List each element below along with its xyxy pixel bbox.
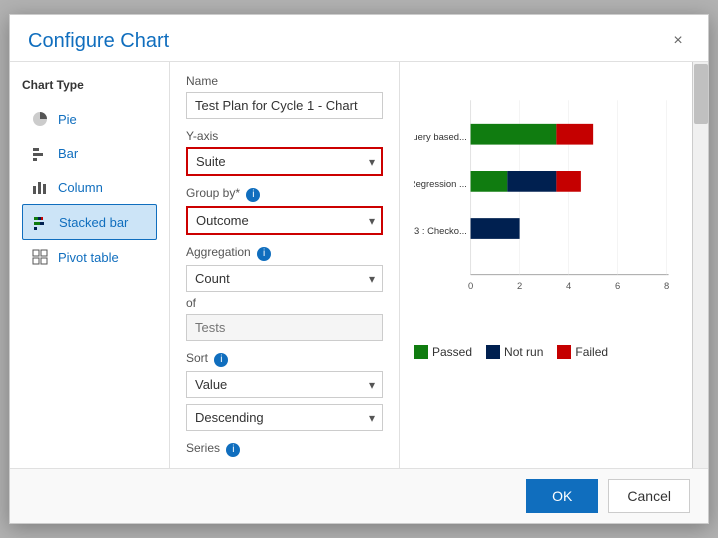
groupby-field-label: Group by* i (186, 186, 383, 202)
chart-type-panel: Chart Type Pie (10, 62, 170, 468)
dialog-header: Configure Chart × (10, 15, 708, 62)
pie-icon (30, 109, 50, 129)
sort-order-select-wrapper: Descending (186, 404, 383, 431)
chart-svg: 0 2 4 6 8 Query based... Re (414, 74, 678, 334)
chart-type-pie[interactable]: Pie (22, 102, 157, 136)
cancel-button[interactable]: Cancel (608, 479, 690, 513)
chart-type-column[interactable]: Column (22, 170, 157, 204)
sort-field-label: Sort i (186, 351, 383, 367)
chart-type-label: Chart Type (22, 78, 157, 92)
chart-legend: Passed Not run Failed (414, 345, 678, 359)
svg-text:2: 2 (517, 280, 522, 291)
legend-passed: Passed (414, 345, 472, 359)
legend-not-run-label: Not run (504, 345, 543, 359)
chart-type-stacked-bar[interactable]: Stacked bar (22, 204, 157, 240)
dialog-body: Chart Type Pie (10, 62, 708, 468)
groupby-select[interactable]: Outcome (186, 206, 383, 235)
groupby-info-icon: i (246, 188, 260, 202)
sort-select-wrapper: Value (186, 371, 383, 398)
aggregation-select[interactable]: Count (186, 265, 383, 292)
scrollbar-thumb[interactable] (694, 64, 708, 124)
svg-text:8: 8 (664, 280, 669, 291)
legend-passed-color (414, 345, 428, 359)
svg-text:Regression ...: Regression ... (414, 178, 467, 189)
close-button[interactable]: × (666, 29, 690, 53)
name-field-label: Name (186, 74, 383, 88)
svg-text:6: 6 (615, 280, 620, 291)
chart-type-pivot[interactable]: Pivot table (22, 240, 157, 274)
yaxis-select-wrapper: Suite (186, 147, 383, 176)
name-input[interactable] (186, 92, 383, 119)
configure-chart-dialog: Configure Chart × Chart Type Pie (9, 14, 709, 524)
series-info-icon: i (226, 443, 240, 457)
svg-text:0: 0 (468, 280, 473, 291)
legend-failed-color (557, 345, 571, 359)
groupby-select-wrapper: Outcome (186, 206, 383, 235)
aggregation-select-wrapper: Count (186, 265, 383, 292)
chart-type-pie-label: Pie (58, 112, 77, 127)
legend-failed: Failed (557, 345, 608, 359)
chart-type-pivot-label: Pivot table (58, 250, 119, 265)
chart-type-bar-label: Bar (58, 146, 78, 161)
sort-select[interactable]: Value (186, 371, 383, 398)
yaxis-select[interactable]: Suite (186, 147, 383, 176)
sort-info-icon: i (214, 353, 228, 367)
svg-text:13 : Checko...: 13 : Checko... (414, 225, 467, 236)
aggregation-field-label: Aggregation i (186, 245, 383, 261)
svg-text:4: 4 (566, 280, 571, 291)
dialog-footer: OK Cancel (10, 468, 708, 523)
chart-type-bar[interactable]: Bar (22, 136, 157, 170)
ok-button[interactable]: OK (526, 479, 598, 513)
legend-passed-label: Passed (432, 345, 472, 359)
chart-type-column-label: Column (58, 180, 103, 195)
aggregation-of-input (186, 314, 383, 341)
legend-not-run: Not run (486, 345, 543, 359)
bar-icon (30, 143, 50, 163)
chart-type-stacked-bar-label: Stacked bar (59, 215, 128, 230)
pivot-icon (30, 247, 50, 267)
stacked-bar-icon (31, 212, 51, 232)
series-field-label: Series i (186, 441, 383, 457)
aggregation-of-label: of (186, 296, 383, 310)
scrollbar[interactable] (692, 62, 708, 468)
legend-not-run-color (486, 345, 500, 359)
dialog-title: Configure Chart (28, 30, 169, 53)
aggregation-info-icon: i (257, 247, 271, 261)
chart-panel: 0 2 4 6 8 Query based... Re (400, 62, 692, 468)
sort-order-select[interactable]: Descending (186, 404, 383, 431)
column-icon (30, 177, 50, 197)
config-panel: Name Y-axis Suite Group by* i Outcome (170, 62, 400, 468)
legend-failed-label: Failed (575, 345, 608, 359)
svg-text:Query based...: Query based... (414, 131, 467, 142)
yaxis-field-label: Y-axis (186, 129, 383, 143)
